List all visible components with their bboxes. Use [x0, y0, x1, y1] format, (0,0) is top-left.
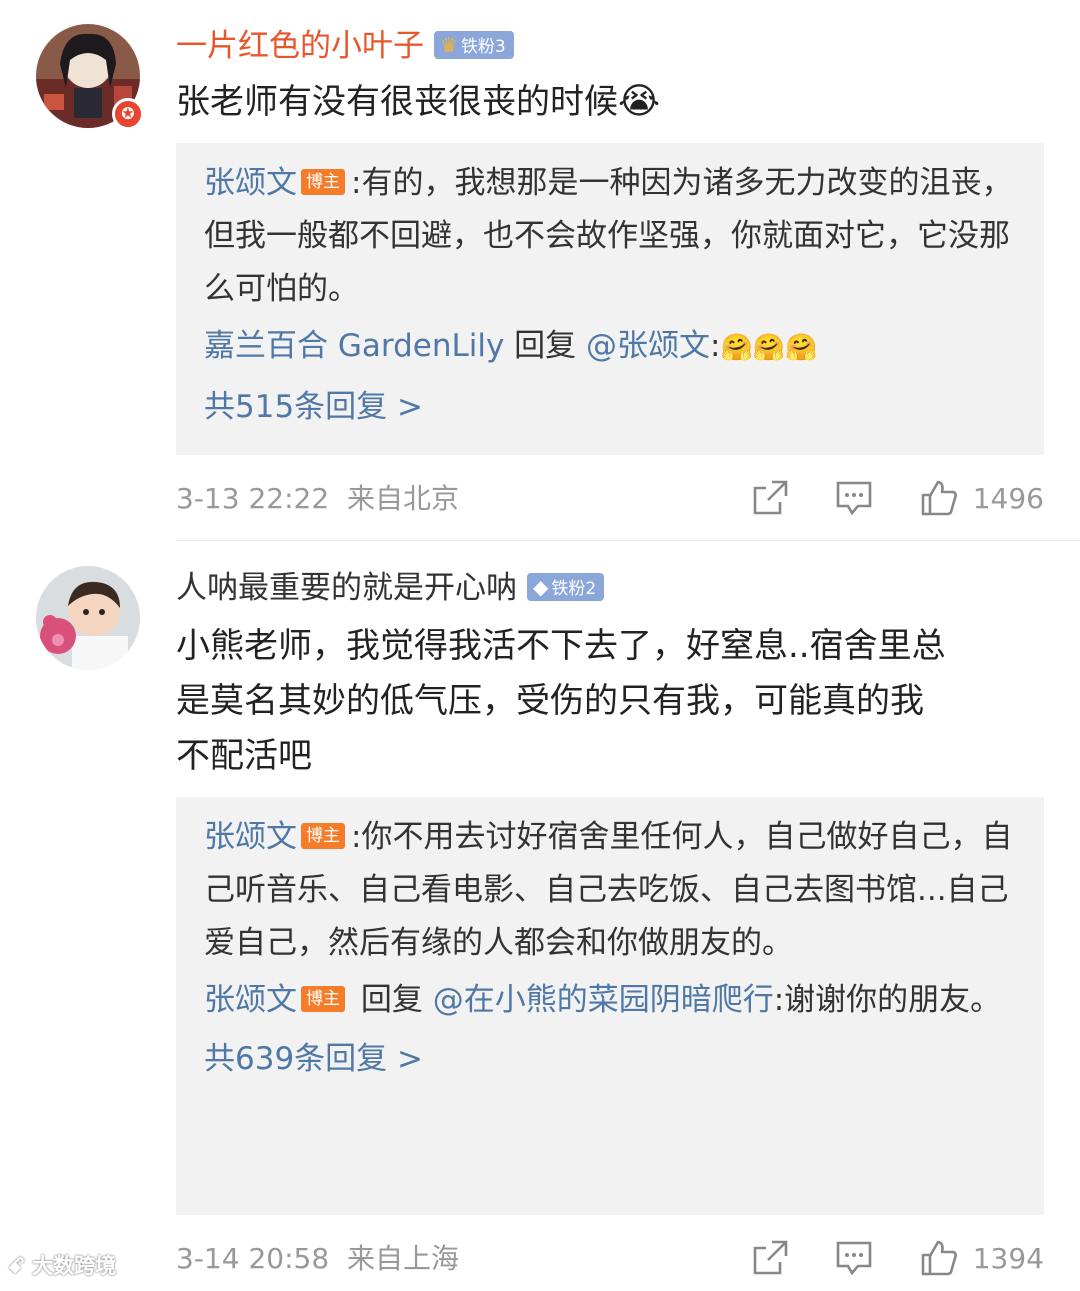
reply-author[interactable]: 张颂文	[204, 819, 297, 855]
comment-time: 3-14 20:58 来自上海	[176, 1242, 459, 1276]
author-badge: 博主	[301, 168, 345, 195]
divider	[176, 540, 1080, 541]
verified-badge-icon: ✪	[112, 98, 144, 130]
like-icon[interactable]	[919, 1238, 959, 1278]
watermark-logo-icon: ꗃ	[8, 1254, 25, 1278]
comment-text: 张老师有没有很丧很丧的时候😭	[176, 74, 1056, 130]
comment-text-line: 不配活吧	[176, 736, 312, 776]
reply-text: :谢谢你的朋友。	[773, 982, 1002, 1018]
reply-box[interactable]: 张颂文 博主:有的，我想那是一种因为诸多无力改变的沮丧，但我一般都不回避，也不会故…	[176, 143, 1044, 455]
comment-text-content: 张老师有没有很丧很丧的时候	[176, 82, 618, 122]
reply-item[interactable]: 张颂文 博主:你不用去讨好宿舍里任何人，自己做好自己，自己听音乐、自己看电影、自己…	[204, 811, 1016, 970]
timestamp: 3-13 22:22	[176, 482, 330, 515]
fan-badge: ♛ 铁粉3	[434, 30, 514, 59]
reply-word: 回复	[360, 982, 423, 1018]
like-count: 1496	[972, 482, 1044, 515]
crying-emoji-icon: 😭	[618, 81, 661, 122]
reply-author[interactable]: 张颂文	[204, 982, 297, 1018]
avatar[interactable]	[36, 566, 140, 670]
reply-word: 回复	[514, 328, 577, 364]
fan-badge-label: 铁粉3	[460, 36, 506, 57]
emoji-icon: 🤗🤗🤗	[720, 333, 818, 363]
comment-meta: 3-14 20:58 来自上海 1394	[176, 1234, 1044, 1284]
avatar-image	[36, 566, 140, 670]
comment-text-line: 小熊老师，我觉得我活不下去了，好窒息..宿舍里总	[176, 626, 946, 666]
more-replies-link[interactable]: 共639条回复 >	[204, 1033, 1016, 1086]
comment-meta: 3-13 22:22 来自北京 1496	[176, 474, 1044, 524]
diamond-icon: ◆	[533, 574, 549, 599]
reply-author[interactable]: 张颂文	[204, 165, 297, 201]
share-icon[interactable]	[750, 478, 790, 518]
timestamp: 3-14 20:58	[176, 1242, 330, 1275]
author-badge: 博主	[301, 822, 345, 849]
reply-item[interactable]: 张颂文 博主 回复 @在小熊的菜园阴暗爬行:谢谢你的朋友。	[204, 974, 1016, 1027]
fan-badge: ◆ 铁粉2	[527, 572, 605, 601]
reply-item[interactable]: 张颂文 博主:有的，我想那是一种因为诸多无力改变的沮丧，但我一般都不回避，也不会故…	[204, 157, 1016, 316]
avatar[interactable]: ✪	[36, 24, 144, 130]
fan-badge-label: 铁粉2	[551, 578, 597, 599]
comment-icon[interactable]	[834, 478, 874, 518]
username[interactable]: 人呐最重要的就是开心呐 ◆ 铁粉2	[176, 568, 605, 608]
comment-text-line: 是莫名其妙的低气压，受伤的只有我，可能真的我	[176, 681, 924, 721]
watermark-text: 大数跨境	[32, 1254, 117, 1278]
reply-author[interactable]: 嘉兰百合 GardenLily	[204, 328, 504, 364]
mention-link[interactable]: @在小熊的菜园阴暗爬行	[433, 982, 774, 1018]
like-count: 1394	[972, 1242, 1044, 1275]
location: 来自上海	[346, 1242, 459, 1275]
comment-icon[interactable]	[834, 1238, 874, 1278]
comment-text: 小熊老师，我觉得我活不下去了，好窒息..宿舍里总 是莫名其妙的低气压，受伤的只有…	[176, 619, 1056, 784]
username[interactable]: 一片红色的小叶子 ♛ 铁粉3	[176, 26, 514, 66]
location: 来自北京	[346, 482, 459, 515]
share-icon[interactable]	[750, 1238, 790, 1278]
more-replies-link[interactable]: 共515条回复 >	[204, 381, 1016, 434]
like-icon[interactable]	[919, 478, 959, 518]
reply-box[interactable]: 张颂文 博主:你不用去讨好宿舍里任何人，自己做好自己，自己听音乐、自己看电影、自己…	[176, 797, 1044, 1215]
crown-icon: ♛	[440, 32, 458, 57]
mention-link[interactable]: @张颂文	[586, 328, 710, 364]
author-badge: 博主	[301, 985, 345, 1012]
reply-item[interactable]: 嘉兰百合 GardenLily 回复 @张颂文:🤗🤗🤗	[204, 320, 1016, 375]
username-text: 人呐最重要的就是开心呐	[176, 570, 517, 606]
reply-text: :	[710, 328, 721, 364]
username-text: 一片红色的小叶子	[176, 28, 424, 64]
watermark: ꗃ 大数跨境	[8, 1252, 116, 1280]
comment-time: 3-13 22:22 来自北京	[176, 482, 459, 516]
